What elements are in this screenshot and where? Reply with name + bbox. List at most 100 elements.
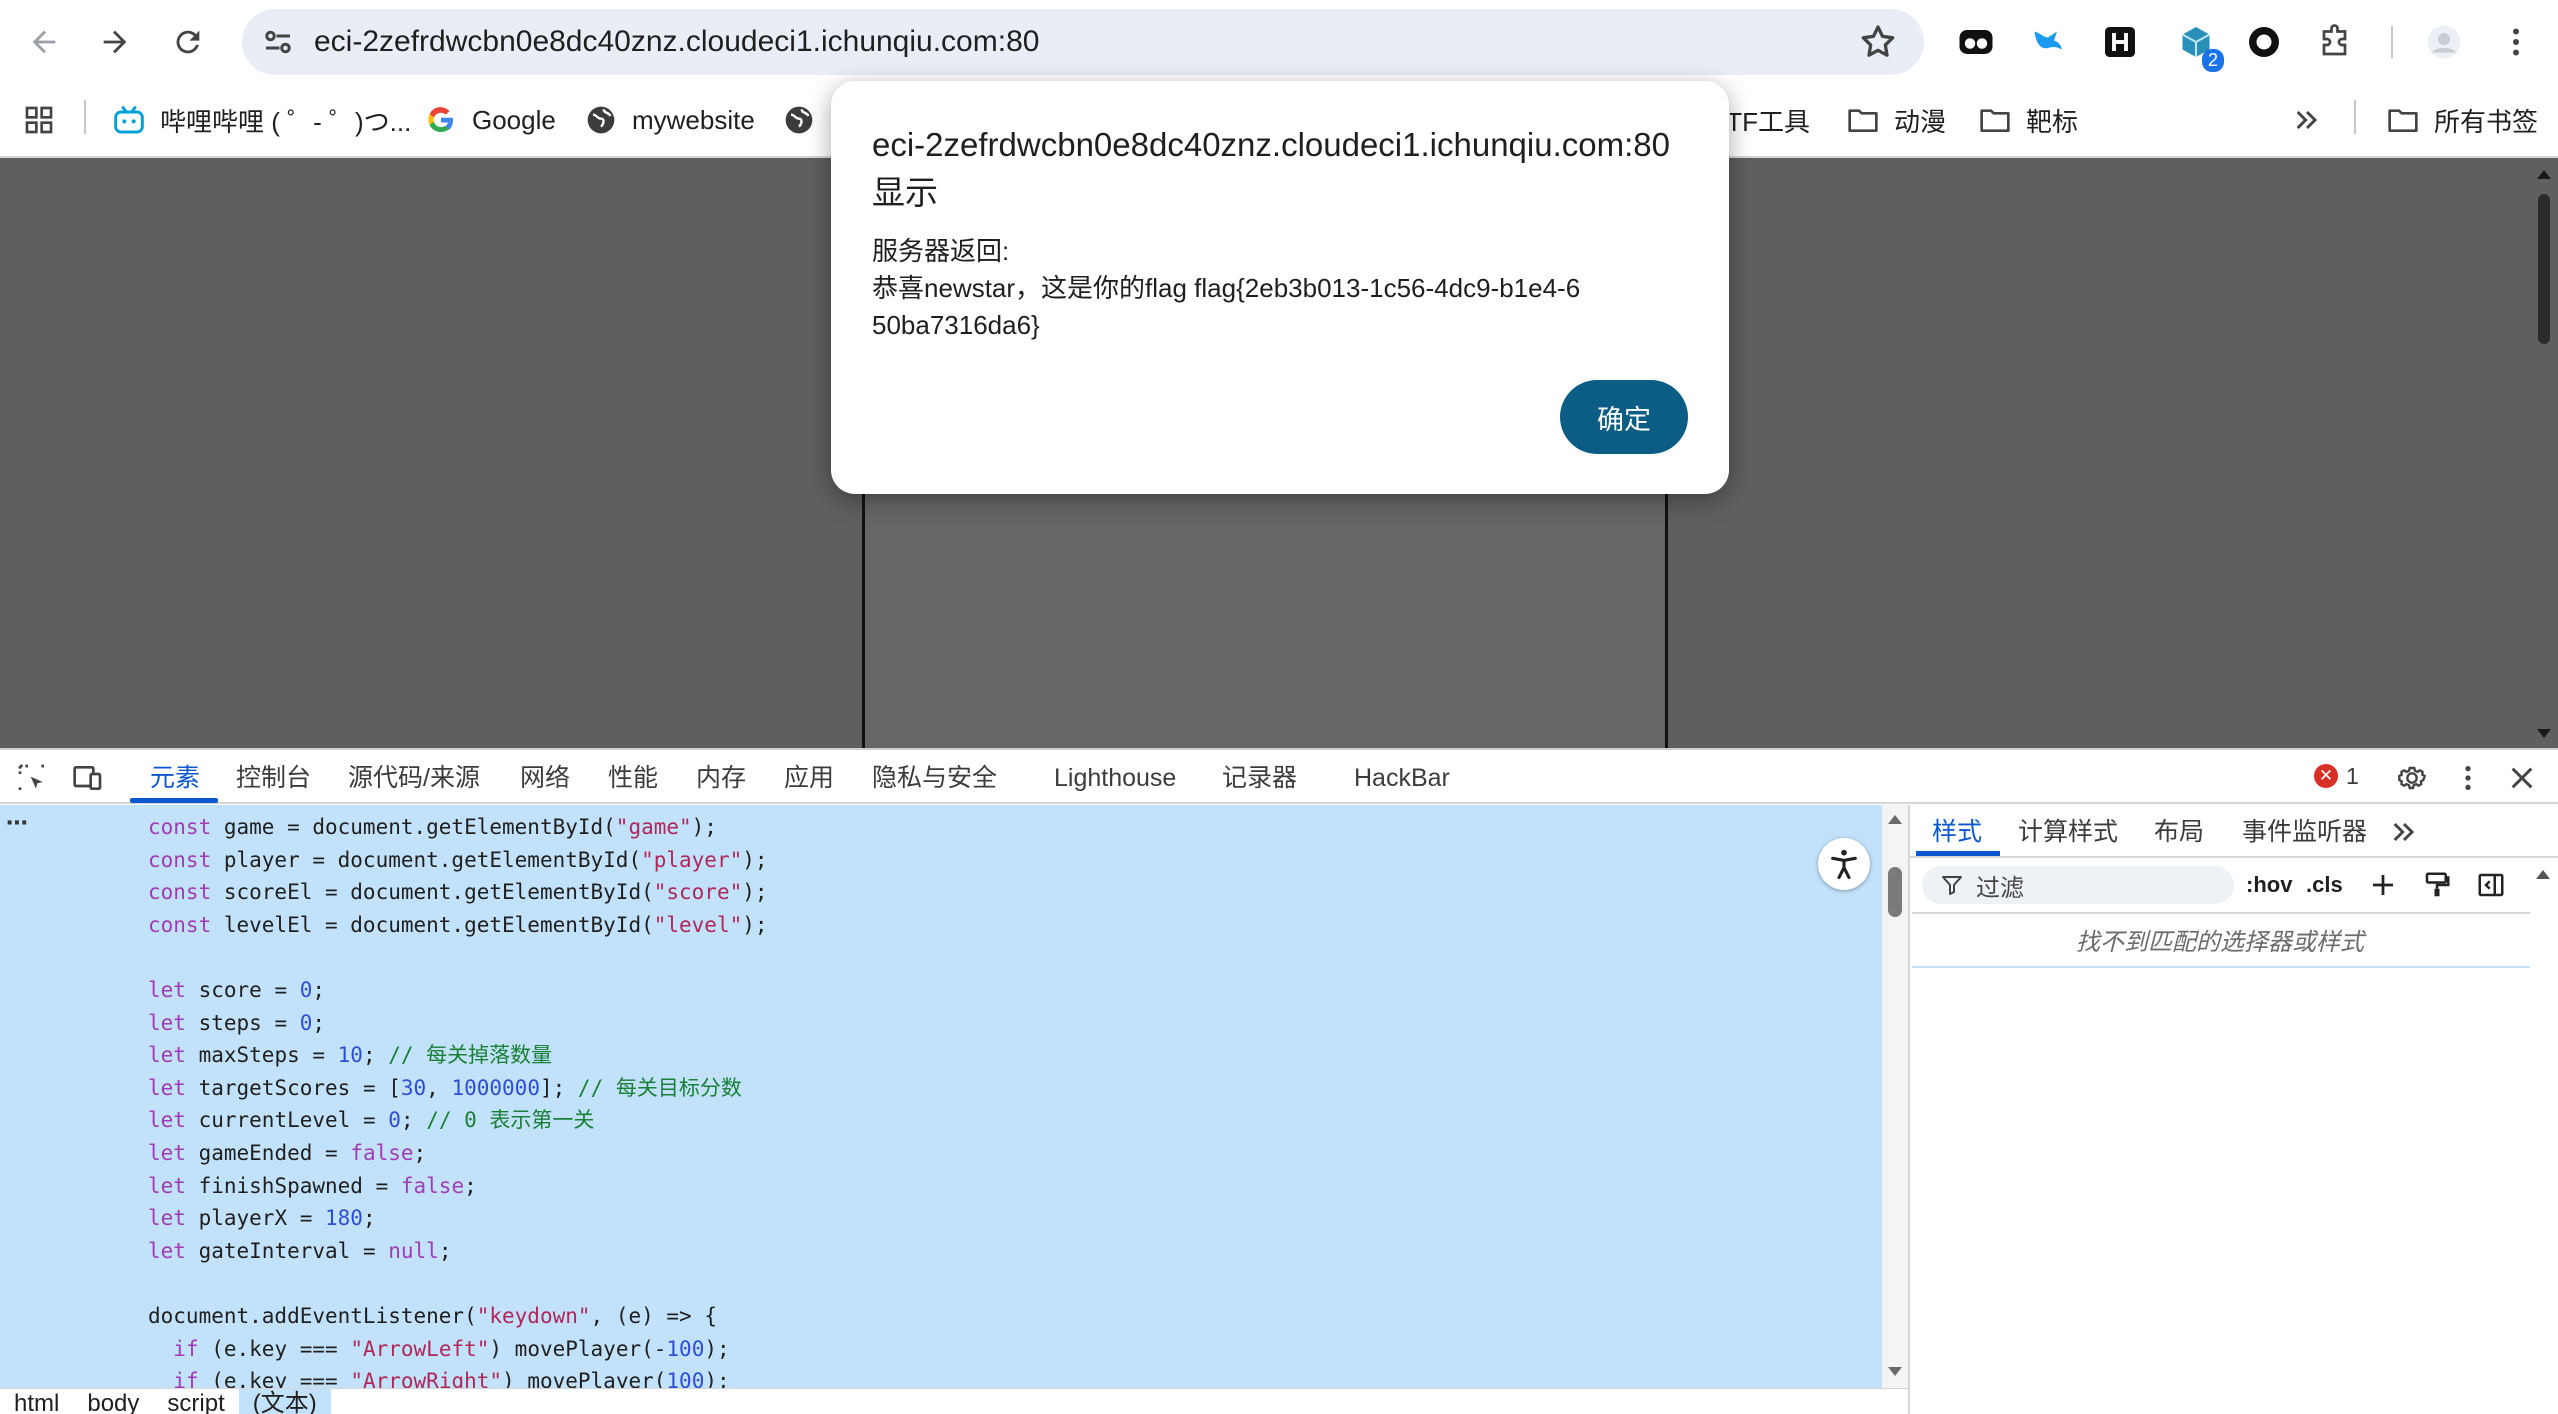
ok-button[interactable]: 确定 [1560, 380, 1688, 454]
plus-icon [2373, 875, 2393, 895]
site-settings-icon[interactable] [260, 24, 296, 60]
apps-grid-icon [25, 106, 53, 134]
bookmark-bilibili[interactable]: 哔哩哔哩 ( ゜- ゜)つ... [112, 98, 411, 142]
devtools-close-button[interactable] [2502, 758, 2542, 798]
extensions-menu-button[interactable] [2314, 20, 2358, 64]
tab-computed[interactable]: 计算样式 [2018, 808, 2118, 856]
scroll-down-arrow[interactable] [1888, 1367, 1902, 1376]
side-tabs-overflow-button[interactable] [2384, 812, 2424, 852]
code-line: document.addEventListener("keydown", (e)… [148, 1303, 717, 1328]
extension-ring[interactable] [2242, 20, 2286, 64]
device-icon [73, 766, 102, 790]
alert-dialog: eci-2zefrdwcbn0e8dc40znz.cloudeci1.ichun… [831, 81, 1729, 494]
extension-bird[interactable] [2026, 20, 2070, 64]
styles-filter-input[interactable]: 过滤 [1922, 866, 2234, 904]
bookmark-label: 动漫 [1894, 106, 1947, 137]
tab-performance[interactable]: 性能 [608, 752, 658, 804]
profile-button[interactable] [2422, 20, 2466, 64]
gear-icon [2398, 766, 2427, 790]
bookmark-ctf-tools[interactable]: CTF工具 [1730, 98, 1810, 142]
bookmark-folder-anime[interactable]: 动漫 [1846, 98, 1946, 142]
tab-sources[interactable]: 源代码/来源 [348, 752, 480, 804]
more-vert-icon [2513, 28, 2519, 56]
bookmark-folder-targets[interactable]: 靶标 [1978, 98, 2078, 142]
browser-menu-button[interactable] [2494, 20, 2538, 64]
scroll-thumb[interactable] [2538, 194, 2550, 344]
folder-icon [1848, 109, 1878, 132]
tab-elements[interactable]: 元素 [150, 752, 200, 804]
toggle-computed-sidebar-button[interactable] [2472, 866, 2510, 904]
rendering-emulation-button[interactable] [2418, 866, 2456, 904]
tab-application[interactable]: 应用 [784, 752, 834, 804]
breadcrumb-script[interactable]: script [153, 1389, 238, 1414]
url-text[interactable]: eci-2zefrdwcbn0e8dc40znz.cloudeci1.ichun… [314, 9, 1039, 75]
class-toggle[interactable]: .cls [2306, 866, 2343, 904]
accessibility-icon [1831, 849, 1857, 880]
scroll-up-arrow[interactable] [2537, 170, 2551, 179]
avatar-icon [2427, 25, 2461, 59]
tab-lighthouse[interactable]: Lighthouse [1054, 752, 1176, 804]
new-style-rule-button[interactable] [2364, 866, 2402, 904]
bookmark-label: CTF工具 [1730, 106, 1810, 137]
tab-console[interactable]: 控制台 [236, 752, 311, 804]
accessibility-tree-button[interactable] [1818, 838, 1870, 890]
breadcrumb-body[interactable]: body [73, 1389, 153, 1414]
styles-toolbar-divider [1912, 912, 2530, 914]
breadcrumb-text-node[interactable]: (文本) [238, 1389, 331, 1414]
tab-network[interactable]: 网络 [520, 752, 570, 804]
tab-event-listeners[interactable]: 事件监听器 [2242, 808, 2367, 856]
all-bookmarks-label: 所有书签 [2434, 106, 2539, 137]
inspect-element-button[interactable] [12, 758, 52, 798]
code-line: const player = document.getElementById("… [148, 847, 768, 872]
bookmark-star-icon[interactable] [1858, 22, 1898, 62]
bookmark-google[interactable]: Google [424, 98, 556, 142]
ring-extension-icon [2249, 27, 2279, 57]
tab-layout[interactable]: 布局 [2154, 808, 2204, 856]
device-toolbar-button[interactable] [68, 758, 108, 798]
tab-recorder[interactable]: 记录器 [1222, 752, 1297, 804]
tab-memory[interactable]: 内存 [696, 752, 746, 804]
address-bar[interactable]: eci-2zefrdwcbn0e8dc40znz.cloudeci1.ichun… [242, 9, 1924, 75]
active-tab-indicator [130, 798, 218, 803]
styles-scroll-up-arrow[interactable] [2536, 870, 2550, 879]
tab-styles[interactable]: 样式 [1932, 808, 1982, 856]
breadcrumb-html[interactable]: html [0, 1389, 73, 1414]
tab-privacy-security[interactable]: 隐私与安全 [872, 752, 997, 804]
extension-cube[interactable]: 2 [2174, 20, 2224, 72]
forward-button[interactable] [87, 14, 143, 70]
code-line: const game = document.getElementById("ga… [148, 815, 717, 839]
h-extension-icon [2105, 27, 2135, 57]
dialog-message-flag: 恭喜newstar，这是你的flag flag{2eb3b013-1c56-4d… [872, 273, 1581, 340]
devtools-more-button[interactable] [2448, 758, 2488, 798]
scroll-down-arrow[interactable] [2537, 729, 2551, 738]
bookmark-globe[interactable] [782, 98, 830, 142]
bookmarks-overflow-button[interactable] [2290, 98, 2338, 142]
scroll-up-arrow[interactable] [1888, 815, 1902, 824]
hover-state-toggle[interactable]: :hov [2246, 866, 2292, 904]
script-source[interactable]: const game = document.getElementById("ga… [148, 811, 768, 1388]
node-actions-ellipsis[interactable]: ⋯ [6, 810, 29, 836]
apps-button[interactable] [22, 98, 70, 142]
code-line: const scoreEl = document.getElementById(… [148, 880, 768, 905]
all-bookmarks-button[interactable]: 所有书签 [2386, 98, 2538, 142]
back-button[interactable] [16, 14, 72, 70]
google-icon [428, 107, 453, 133]
globe-icon [785, 106, 813, 134]
chevron-double-right-icon [2296, 110, 2318, 130]
extension-glasses[interactable] [1954, 20, 1998, 64]
devtools-settings-button[interactable] [2392, 758, 2432, 798]
elements-scrollbar[interactable] [1882, 805, 1908, 1388]
reload-button[interactable] [160, 14, 216, 70]
extension-h[interactable] [2098, 20, 2142, 64]
bird-extension-icon [2034, 31, 2062, 50]
tab-hackbar[interactable]: HackBar [1354, 752, 1450, 804]
bookmark-mywebsite[interactable]: mywebsite [584, 98, 755, 142]
bookmark-label: Google [472, 104, 556, 135]
error-counter[interactable]: ✕ 1 [2314, 760, 2359, 792]
scroll-thumb[interactable] [1888, 867, 1902, 917]
elements-tree[interactable]: const game = document.getElementById("ga… [0, 805, 1882, 1388]
page-scrollbar[interactable] [2530, 158, 2558, 748]
bookmark-label: 靶标 [2026, 106, 2079, 137]
